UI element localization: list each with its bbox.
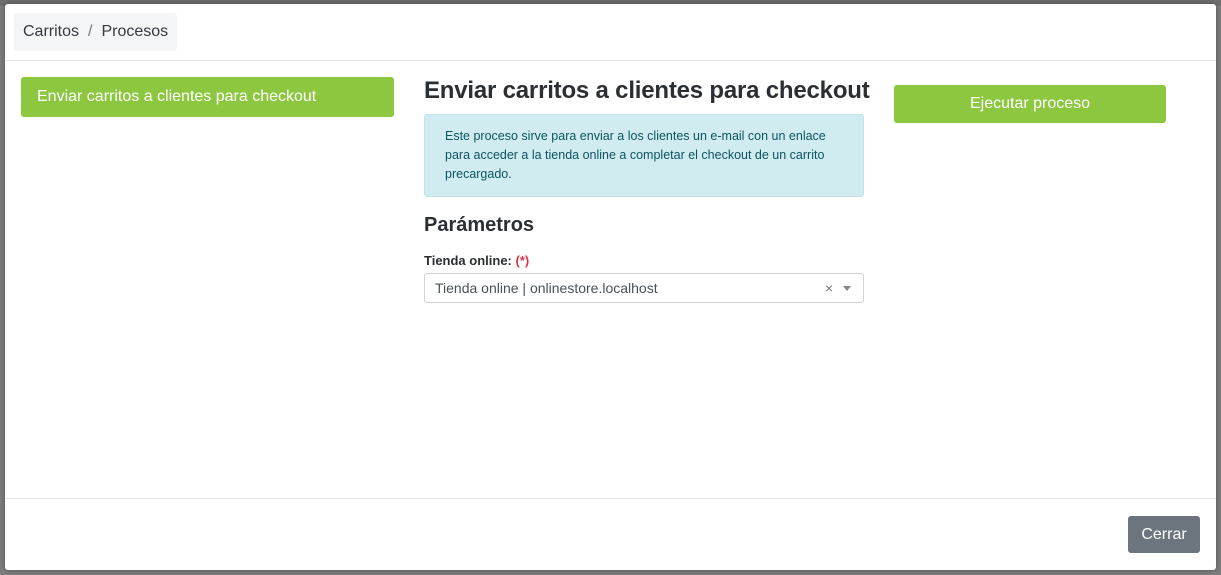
online-store-select-value: Tienda online | onlinestore.localhost	[435, 280, 658, 296]
clear-icon[interactable]: ×	[825, 280, 833, 296]
modal-header: Carritos / Procesos	[5, 4, 1216, 61]
required-mark: (*)	[515, 253, 530, 268]
online-store-label-text: Tienda online:	[424, 253, 512, 268]
chevron-down-icon[interactable]	[843, 286, 851, 291]
modal-footer: Cerrar	[5, 498, 1216, 570]
process-modal: Carritos / Procesos Enviar carritos a cl…	[5, 4, 1216, 570]
close-button[interactable]: Cerrar	[1128, 516, 1200, 553]
process-info-alert: Este proceso sirve para enviar a los cli…	[424, 114, 864, 197]
run-process-button[interactable]: Ejecutar proceso	[894, 85, 1166, 123]
breadcrumb: Carritos / Procesos	[14, 13, 178, 51]
process-title: Enviar carritos a clientes para checkout	[424, 77, 870, 104]
process-list-item-send-carts[interactable]: Enviar carritos a clientes para checkout	[21, 77, 394, 117]
process-list-item-label: Enviar carritos a clientes para checkout	[37, 88, 317, 105]
breadcrumb-separator: /	[88, 23, 93, 40]
breadcrumb-item-procesos: Procesos	[101, 23, 169, 40]
online-store-select[interactable]: Tienda online | onlinestore.localhost ×	[424, 273, 864, 303]
online-store-label: Tienda online: (*)	[424, 253, 529, 268]
breadcrumb-item-carritos[interactable]: Carritos	[23, 23, 79, 41]
parameters-heading: Parámetros	[424, 214, 535, 236]
